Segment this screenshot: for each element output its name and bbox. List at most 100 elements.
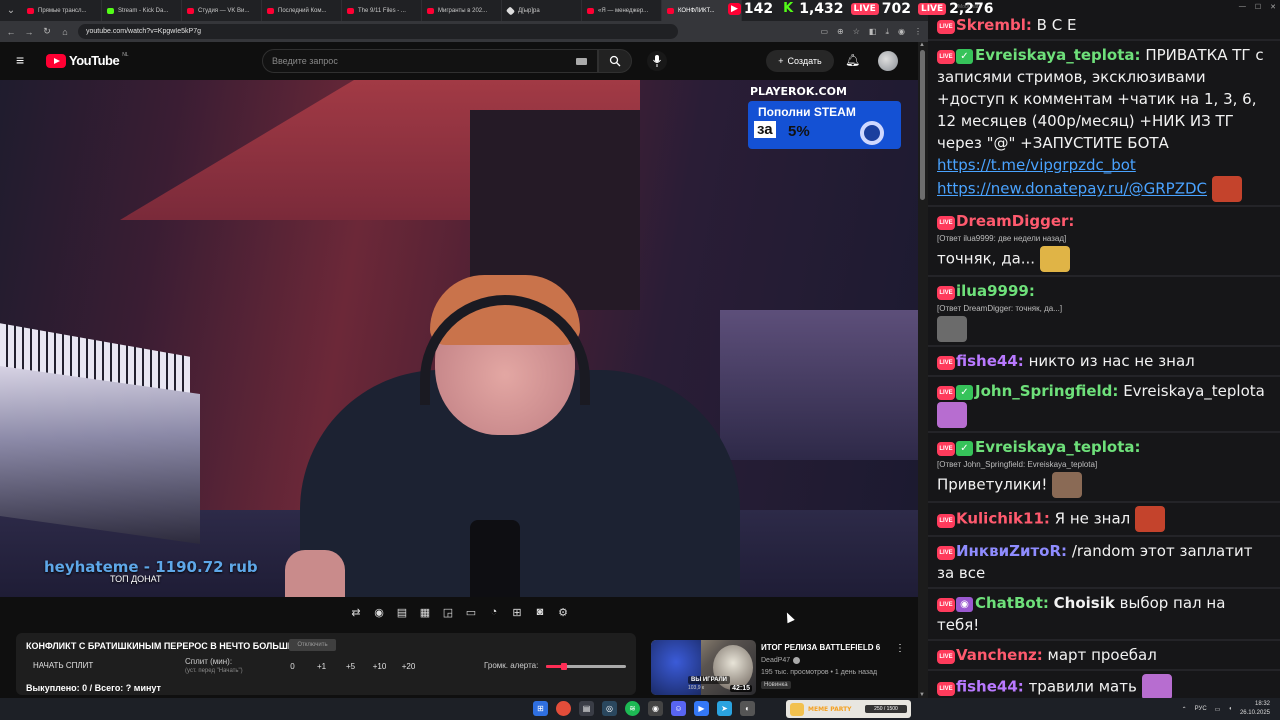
- file-explorer-icon[interactable]: ▤: [579, 701, 594, 716]
- browser-tab[interactable]: «Я — менеджер...: [582, 0, 662, 21]
- split-add-button[interactable]: +5: [336, 662, 365, 671]
- kick-icon: K: [783, 1, 794, 16]
- forward-icon[interactable]: →: [24, 27, 34, 37]
- scroll-thumb[interactable]: [920, 50, 925, 200]
- spotify-icon[interactable]: ≋: [625, 701, 640, 716]
- chat-username[interactable]: John_Springfield:: [975, 382, 1118, 400]
- chat-username[interactable]: Vanchenz:: [956, 646, 1043, 664]
- chat-username[interactable]: Evreiskaya_teplota:: [975, 438, 1141, 456]
- browser-tab[interactable]: Студия — VK Ви...: [182, 0, 262, 21]
- thumbnail-played-label: ВЫ ИГРАЛИ: [688, 676, 730, 684]
- chat-username[interactable]: Skrembl:: [956, 16, 1032, 34]
- chat-username[interactable]: Kulichik11:: [956, 510, 1050, 528]
- chat-link[interactable]: https://new.donatepay.ru/@GRPZDC: [937, 180, 1207, 198]
- split-add-button[interactable]: +10: [365, 662, 394, 671]
- chat-username[interactable]: ilua9999:: [956, 282, 1035, 300]
- more-options-icon[interactable]: ⋮: [895, 643, 905, 654]
- chat-username[interactable]: ChatBot:: [975, 594, 1049, 612]
- browser-tab[interactable]: Прямые трансл...: [22, 0, 102, 21]
- chat-username[interactable]: fishe44:: [956, 678, 1024, 696]
- video-player[interactable]: [0, 80, 918, 597]
- theater-icon[interactable]: ▭: [463, 605, 479, 619]
- chat-username[interactable]: Evreiskaya_teplota:: [975, 46, 1141, 64]
- tab-label: Студия — VK Ви...: [198, 7, 250, 14]
- browser-tab[interactable]: The 9/11 Files - ...: [342, 0, 422, 21]
- start-split-button[interactable]: НАЧАТЬ СПЛИТ: [33, 661, 93, 670]
- browser-tab[interactable]: Stream - Kick Da...: [102, 0, 182, 21]
- obs-icon[interactable]: ◉: [648, 701, 663, 716]
- clip-icon[interactable]: ▦: [417, 605, 433, 619]
- profile-icon[interactable]: ◉: [898, 27, 905, 37]
- picture-in-picture-icon[interactable]: ◲: [440, 605, 456, 619]
- search-button[interactable]: [598, 49, 632, 73]
- windows-start-icon[interactable]: ⊞: [533, 701, 548, 716]
- network-icon[interactable]: ▭: [1215, 706, 1221, 713]
- youtube-logo[interactable]: YouTube NL: [46, 52, 129, 68]
- chat-mention[interactable]: Choisik: [1054, 594, 1115, 612]
- bookmark-star-icon[interactable]: ☆: [853, 27, 860, 37]
- loop-icon[interactable]: ⇄: [348, 605, 364, 619]
- back-icon[interactable]: ←: [6, 27, 16, 37]
- chat-username[interactable]: fishe44:: [956, 352, 1024, 370]
- clock[interactable]: 18:32 26.10.2025: [1240, 700, 1270, 718]
- audio-wave-icon[interactable]: ◉: [371, 605, 387, 619]
- add-to-playlist-icon[interactable]: ⊞: [509, 605, 525, 619]
- notifications-bell-icon[interactable]: 🔔︎: [845, 53, 860, 67]
- volume-icon[interactable]: ◖: [1228, 706, 1232, 712]
- alert-volume-thumb[interactable]: [560, 663, 567, 670]
- reload-icon[interactable]: ↻: [42, 26, 52, 37]
- app-icon[interactable]: ▶: [694, 701, 709, 716]
- chat-username[interactable]: ИнквиZитоR:: [956, 542, 1067, 560]
- zoom-icon[interactable]: ⊕: [837, 27, 844, 37]
- recommended-thumbnail[interactable]: ВЫ ИГРАЛИ 103,9 к 42:15: [651, 640, 756, 695]
- speed-icon[interactable]: ◔: [486, 605, 502, 619]
- home-icon[interactable]: ⌂: [60, 27, 70, 37]
- cast-icon[interactable]: ▭: [820, 27, 828, 37]
- address-bar: ← → ↻ ⌂ youtube.com/watch?v=KpgwIe5kP7g …: [0, 21, 928, 42]
- steam-icon[interactable]: ◎: [602, 701, 617, 716]
- voice-search-button[interactable]: [647, 51, 667, 71]
- ad-banner[interactable]: PLAYEROK.COM Пополни STEAM за 5%: [748, 83, 901, 149]
- viewer-count: 1,432: [799, 1, 844, 17]
- page-scrollbar[interactable]: ▲ ▼: [918, 42, 928, 698]
- recommended-video[interactable]: ВЫ ИГРАЛИ 103,9 к 42:15 ИТОГ РЕЛИЗА BATT…: [651, 640, 911, 698]
- chat-link[interactable]: https://t.me/vipgrpzdc_bot: [937, 156, 1136, 174]
- microphone-icon: [653, 55, 661, 67]
- title-chip-button[interactable]: Отключить: [289, 639, 336, 651]
- alert-volume-slider[interactable]: [546, 663, 626, 670]
- tray-chevron-icon[interactable]: ⌃: [1182, 706, 1187, 713]
- minimize-icon[interactable]: —: [1239, 3, 1246, 11]
- browser-tab[interactable]: Мигранты в 202...: [422, 0, 502, 21]
- app-icon[interactable]: ◐: [740, 701, 755, 716]
- recommended-channel[interactable]: DeadP47: [761, 657, 801, 664]
- maximize-icon[interactable]: ☐: [1255, 3, 1261, 11]
- close-icon[interactable]: ✕: [1270, 3, 1276, 11]
- discord-icon[interactable]: ☺: [671, 701, 686, 716]
- scroll-up-icon[interactable]: ▲: [919, 42, 925, 48]
- browser-menu-icon[interactable]: ⋮: [914, 27, 922, 37]
- recommended-title[interactable]: ИТОГ РЕЛИЗА BATTLEFIELD 6: [761, 643, 880, 652]
- meme-party-widget[interactable]: MEME PARTY 250 / 1500: [786, 700, 911, 718]
- keyboard-icon[interactable]: [576, 58, 587, 65]
- settings-gear-icon[interactable]: ⚙: [555, 605, 571, 619]
- split-add-button[interactable]: +1: [307, 662, 336, 671]
- split-add-button[interactable]: +20: [394, 662, 423, 671]
- chrome-icon[interactable]: [556, 701, 571, 716]
- create-button[interactable]: + Создать: [766, 50, 834, 72]
- url-field[interactable]: youtube.com/watch?v=KpgwIe5kP7g: [78, 24, 678, 39]
- video-title: КОНФЛИКТ С БРАТИШКИНЫМ ПЕРЕРОС В НЕЧТО Б…: [26, 641, 308, 651]
- avatar[interactable]: [878, 51, 898, 71]
- chat-username[interactable]: DreamDigger:: [956, 212, 1074, 230]
- screenshot-icon[interactable]: ◙: [532, 605, 548, 619]
- menu-icon[interactable]: ≡: [16, 53, 30, 67]
- telegram-icon[interactable]: ➤: [717, 701, 732, 716]
- browser-tab[interactable]: Д[ыр]ра: [502, 0, 582, 21]
- tab-search-icon[interactable]: ⌄: [0, 0, 22, 21]
- browser-tab[interactable]: Последний Ком...: [262, 0, 342, 21]
- alert-volume-label: Громк. алерта:: [484, 661, 539, 670]
- search-input[interactable]: Введите запрос: [262, 49, 598, 73]
- download-icon[interactable]: ⤓: [885, 27, 889, 37]
- language-indicator[interactable]: РУС: [1195, 706, 1207, 712]
- extension-icon[interactable]: ◧: [869, 27, 877, 37]
- captions-icon[interactable]: ▤: [394, 605, 410, 619]
